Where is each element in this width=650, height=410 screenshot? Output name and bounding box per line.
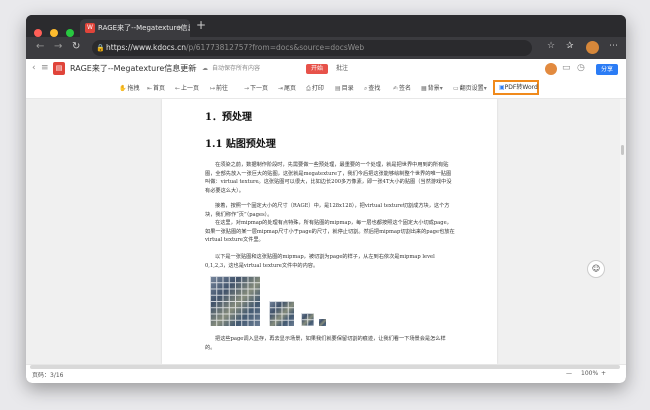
tool-page-settings[interactable]: ▭翻页设置▾ [453, 79, 488, 98]
open-button[interactable]: 开始 [306, 64, 328, 74]
tool-label: 拖拽 [127, 85, 140, 92]
paragraph-1: 在须染之前，数据制作阶段时，先需要做一些预处理，最重要的一个处理，就是把世界中用… [205, 162, 452, 194]
browser-window: W RAGE来了--Megatexture信息更新 × + ← → ↻ 🔒 ht… [26, 15, 626, 383]
tab-bar: W RAGE来了--Megatexture信息更新 × + [26, 15, 626, 37]
url-path: /p/61773812757?from=docs&source=docsWeb [185, 43, 365, 52]
mipmap-level-3-image [319, 319, 326, 326]
background-icon: ▦ [421, 85, 427, 92]
minimize-window-button[interactable] [50, 29, 59, 37]
tool-next-page[interactable]: →下一页 [244, 79, 268, 98]
toc-icon: ▤ [335, 85, 341, 92]
user-avatar[interactable] [545, 63, 557, 75]
share-button[interactable]: 分享 [596, 64, 618, 75]
first-page-icon: ⇤ [147, 85, 153, 92]
mipmap-level-2-image [301, 313, 314, 326]
tool-label: 查找 [368, 85, 381, 92]
favorites-icon[interactable]: ✰ [566, 41, 574, 51]
tool-last-page[interactable]: ⇥尾页 [278, 79, 296, 98]
present-icon[interactable]: ▭ [562, 63, 571, 73]
tool-label: 签名 [399, 85, 412, 92]
scrollbar-thumb[interactable] [621, 145, 624, 155]
tool-print[interactable]: ⎙打印 [306, 79, 324, 98]
more-menu-icon[interactable]: ⋯ [609, 41, 618, 51]
tool-label: 翻页设置 [459, 85, 484, 92]
forward-arrow-icon[interactable]: → [54, 41, 62, 52]
tool-goto[interactable]: ↦前往 [210, 79, 228, 98]
document-title[interactable]: RAGE来了--Megatexture信息更新 [70, 59, 196, 79]
address-bar-row: ← → ↻ 🔒 https://www.kdocs.cn/p/617738127… [26, 37, 626, 59]
vertical-scrollbar[interactable] [620, 99, 626, 364]
tool-label: 背景 [427, 85, 440, 92]
cloud-icon: ☁ [202, 65, 208, 72]
tool-label: 前往 [216, 85, 229, 92]
ai-assistant-icon[interactable]: ☺ [587, 260, 605, 278]
chevron-down-icon: ▾ [439, 85, 443, 92]
last-page-icon: ⇥ [278, 85, 284, 92]
chevron-down-icon: ▾ [483, 85, 487, 92]
heading-1: 1．预处理 [205, 112, 252, 123]
tool-label: 尾页 [284, 85, 297, 92]
pdf-toolbar: ✋拖拽 ⇤首页 ←上一页 ↦前往 →下一页 ⇥尾页 ⎙打印 ▤目录 ⌕查找 ✍签… [26, 79, 626, 99]
reload-icon[interactable]: ↻ [72, 41, 80, 52]
comment-button[interactable]: 批注 [336, 59, 348, 79]
document-viewport[interactable]: 1．预处理 1.1 贴图预处理 在须染之前，数据制作阶段时，先需要做一些预处理，… [26, 99, 626, 364]
tool-label: 下一页 [250, 85, 269, 92]
goto-icon: ↦ [210, 85, 216, 92]
paragraph-5: 把这些page调入显存，再去显示场景，如果我们就要保留切割的痕迹，让我们看一下场… [205, 336, 446, 351]
tool-prev-page[interactable]: ←上一页 [175, 79, 199, 98]
history-icon[interactable]: ◷ [577, 63, 585, 73]
profile-avatar[interactable] [586, 41, 599, 54]
signature-icon: ✍ [393, 85, 399, 92]
bookmark-star-icon[interactable]: ☆ [547, 41, 555, 51]
paragraph-4: 以下是一张贴图和这张贴图的mipmap，被切割为page的样子，从左到右依次是m… [205, 254, 435, 269]
back-arrow-icon[interactable]: ← [36, 41, 44, 52]
tool-label: 目录 [341, 85, 354, 92]
zoom-out-button[interactable]: — [566, 370, 572, 377]
pdf-file-icon: ▤ [53, 62, 65, 75]
search-icon: ⌕ [364, 85, 368, 92]
tab-title: RAGE来了--Megatexture信息更新 [98, 24, 190, 32]
prev-arrow-icon: ← [175, 85, 181, 92]
tool-sign[interactable]: ✍签名 [393, 79, 411, 98]
pdf-to-word-button[interactable]: ▣PDF转Word [493, 80, 539, 95]
app-header: ‹ ≡ ▤ RAGE来了--Megatexture信息更新 ☆ ☁ 自动保存所有… [26, 59, 626, 80]
tool-first-page[interactable]: ⇤首页 [147, 79, 165, 98]
hand-icon: ✋ [119, 85, 127, 92]
back-chevron-icon[interactable]: ‹ [32, 63, 36, 73]
zoom-level[interactable]: 100% [581, 370, 598, 377]
menu-icon[interactable]: ≡ [41, 63, 49, 73]
tool-drag[interactable]: ✋拖拽 [119, 79, 140, 98]
status-bar: 页码：3/16 — 100% + [26, 364, 626, 383]
heading-2: 1.1 贴图预处理 [205, 139, 276, 150]
horizontal-scrollbar[interactable] [30, 365, 620, 369]
lock-icon: 🔒 [96, 44, 105, 52]
page-settings-icon: ▭ [453, 85, 459, 92]
wps-doc-icon: W [85, 23, 95, 33]
star-icon[interactable]: ☆ [192, 59, 197, 79]
print-icon: ⎙ [306, 85, 311, 92]
new-tab-button[interactable]: + [196, 18, 206, 32]
tool-toc[interactable]: ▤目录 [335, 79, 354, 98]
pdf-to-word-label: PDF转Word [504, 84, 538, 91]
document-page: 1．预处理 1.1 贴图预处理 在须染之前，数据制作阶段时，先需要做一些预处理，… [162, 99, 497, 364]
mipmap-level-1-image [269, 301, 294, 326]
tool-label: 首页 [153, 85, 166, 92]
autosave-status: 自动保存所有内容 [212, 65, 261, 72]
url-host: https://www.kdocs.cn [106, 43, 186, 52]
mipmap-level-0-image [210, 276, 260, 326]
close-window-button[interactable] [34, 29, 42, 37]
url-input[interactable]: 🔒 https://www.kdocs.cn/p/61773812757?fro… [92, 40, 532, 56]
paragraph-2: 接着，按照一个固定大小的尺寸（RAGE）中，是128x128），把virtual… [205, 203, 450, 218]
next-arrow-icon: → [244, 85, 250, 92]
browser-tab[interactable]: W RAGE来了--Megatexture信息更新 × [80, 19, 190, 37]
close-tab-icon[interactable]: × [177, 19, 184, 37]
tool-label: 打印 [311, 85, 324, 92]
zoom-in-button[interactable]: + [601, 370, 606, 377]
tool-background[interactable]: ▦背景▾ [421, 79, 444, 98]
tool-search[interactable]: ⌕查找 [364, 79, 380, 98]
page-indicator: 页码：3/16 [32, 372, 64, 379]
tool-label: 上一页 [181, 85, 200, 92]
paragraph-3: 在这里，对mipmap的处理有点特殊，所有贴图的mipmap，每一层也都按照这个… [205, 220, 455, 244]
maximize-window-button[interactable] [66, 29, 75, 37]
